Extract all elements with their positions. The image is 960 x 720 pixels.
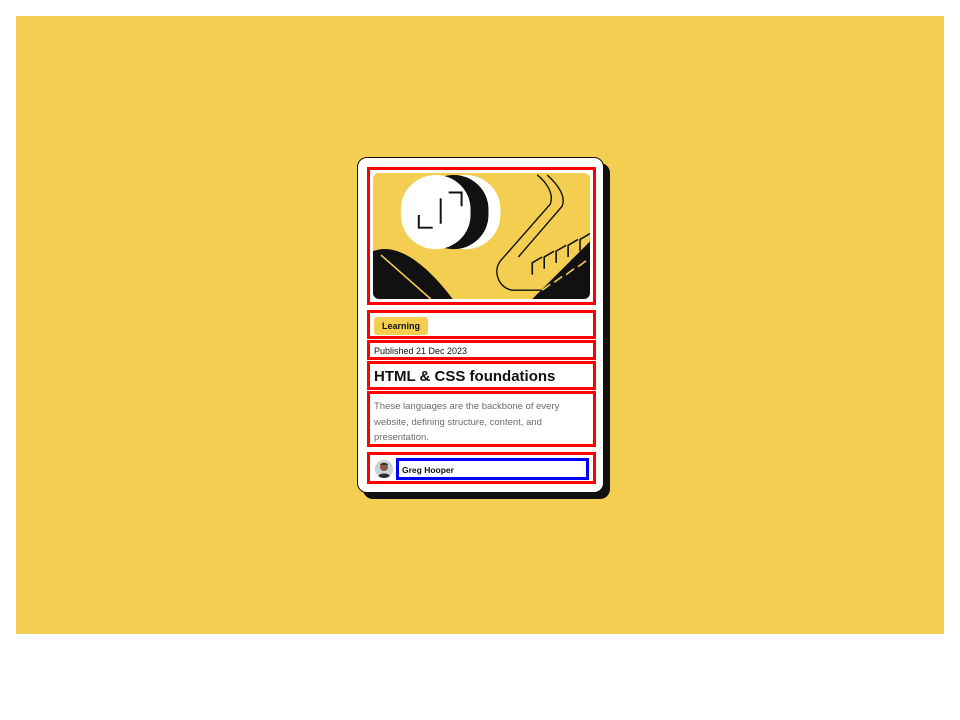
author-name[interactable]: Greg Hooper (402, 465, 454, 475)
title-row: HTML & CSS foundations (367, 361, 596, 390)
hero-illustration (373, 173, 590, 299)
card-description: These languages are the backbone of ever… (374, 401, 560, 443)
author-row: Greg Hooper (367, 452, 596, 484)
published-date: Published 21 Dec 2023 (374, 346, 468, 356)
author-name-box: Greg Hooper (396, 458, 589, 480)
blog-preview-card[interactable]: Learning Published 21 Dec 2023 HTML & CS… (357, 157, 604, 493)
category-tag[interactable]: Learning (374, 317, 429, 335)
description-row: These languages are the backbone of ever… (367, 391, 596, 447)
avatar (375, 460, 393, 478)
category-row: Learning (367, 310, 596, 339)
card-title[interactable]: HTML & CSS foundations (374, 368, 555, 385)
published-row: Published 21 Dec 2023 (367, 340, 596, 360)
page-background: Learning Published 21 Dec 2023 HTML & CS… (16, 16, 944, 634)
hero-image-frame (367, 167, 596, 305)
